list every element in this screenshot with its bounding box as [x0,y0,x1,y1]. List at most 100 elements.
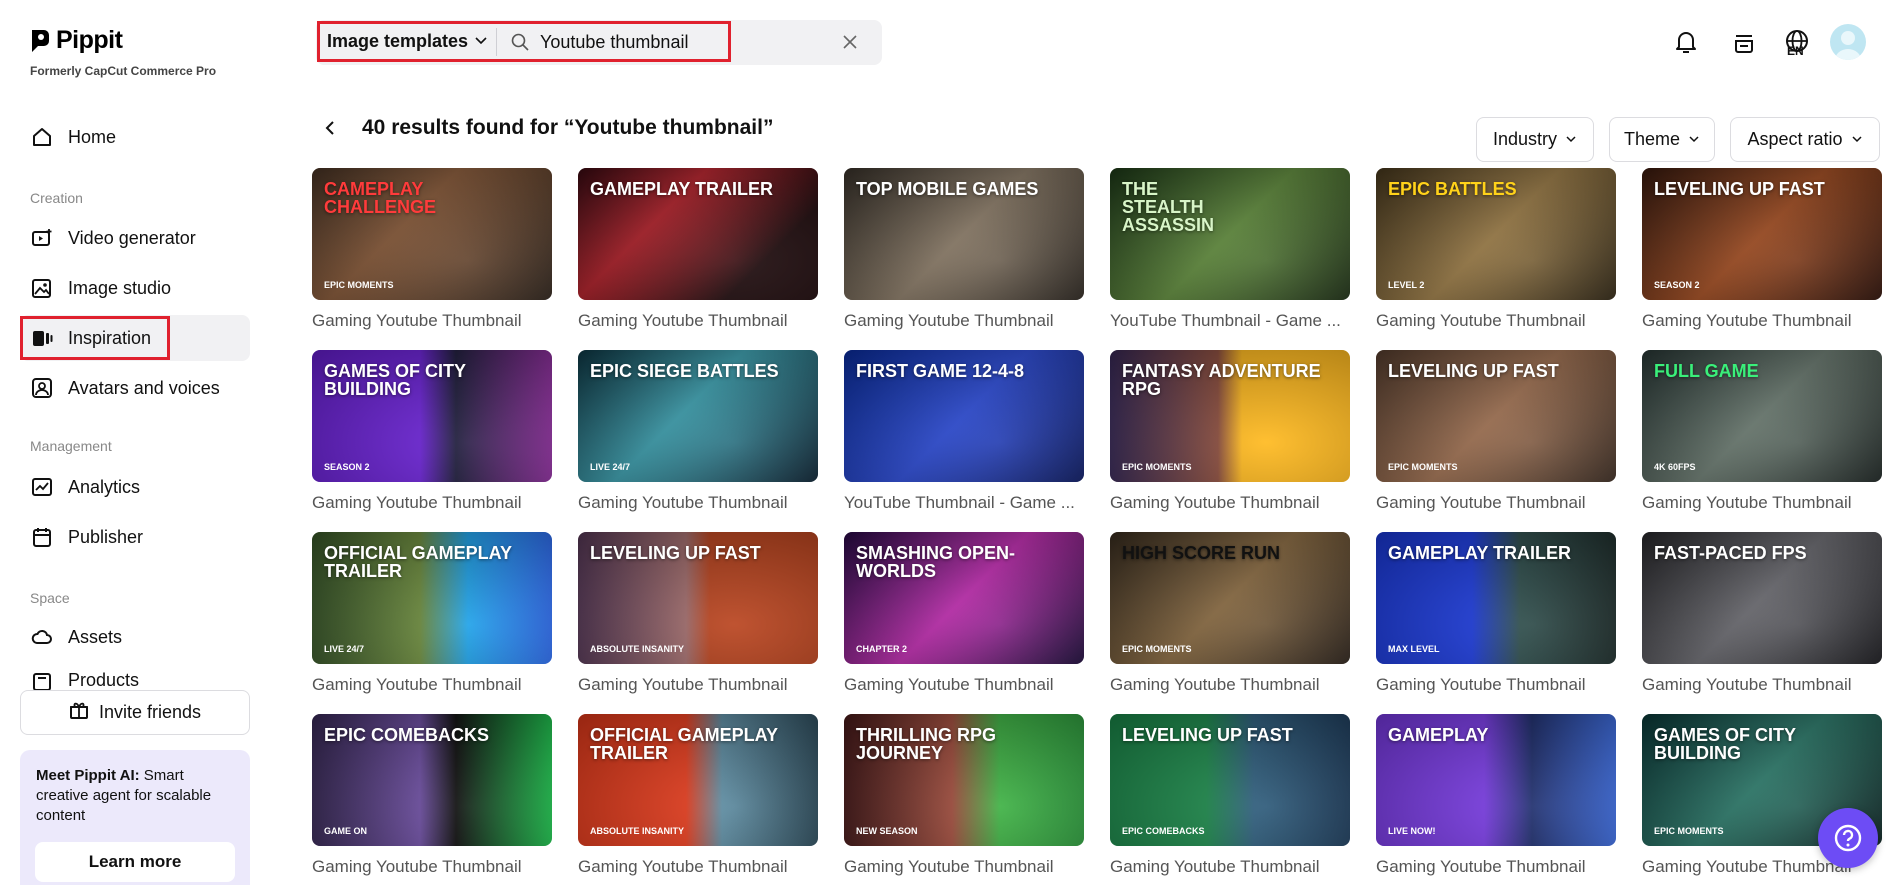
template-thumbnail[interactable]: FIRST GAME 12-4-8 [844,350,1084,482]
chevron-down-icon [1565,129,1577,150]
thumbnail-title: EPIC SIEGE BATTLES [590,361,779,381]
template-card[interactable]: LIVE 24/7 EPIC SIEGE BATTLES Gaming Youtub… [578,350,818,513]
template-thumbnail[interactable]: LEVEL 2 EPIC BATTLES [1376,168,1616,300]
template-card[interactable]: FIRST GAME 12-4-8 YouTube Thumbnail - Gam… [844,350,1084,513]
template-thumbnail[interactable]: LIVE 24/7 OFFICIAL GAMEPLAY TRAILER [312,532,552,664]
template-caption[interactable]: Gaming Youtube Thumbnail [312,857,552,877]
template-thumbnail[interactable]: GAMEPLAY TRAILER [578,168,818,300]
template-card[interactable]: SEASON 2 GAMES OF CITY BUILDING Gaming You… [312,350,552,513]
template-caption[interactable]: Gaming Youtube Thumbnail [844,311,1084,331]
template-caption[interactable]: Gaming Youtube Thumbnail [1110,857,1350,877]
template-thumbnail[interactable]: GAME ON EPIC COMEBACKS [312,714,552,846]
template-card[interactable]: 4K 60FPS FULL GAME Gaming Youtube Thumbnai… [1642,350,1882,513]
template-thumbnail[interactable]: MAX LEVEL GAMEPLAY TRAILER [1376,532,1616,664]
template-card[interactable]: EPIC MOMENTS LEVELING UP FAST Gaming Youtu… [1376,350,1616,513]
template-caption[interactable]: Gaming Youtube Thumbnail [844,675,1084,695]
sidebar-item-publisher[interactable]: Publisher [20,514,250,560]
filter-aspect-ratio[interactable]: Aspect ratio [1730,117,1880,162]
template-card[interactable]: LEVEL 2 EPIC BATTLES Gaming Youtube Thumbn… [1376,168,1616,331]
template-caption[interactable]: Gaming Youtube Thumbnail [578,675,818,695]
sidebar-item-home[interactable]: Home [20,114,250,160]
template-card[interactable]: FAST-PACED FPS Gaming Youtube Thumbnail [1642,532,1882,695]
template-card[interactable]: EPIC MOMENTS HIGH SCORE RUN Gaming Youtube… [1110,532,1350,695]
template-caption[interactable]: Gaming Youtube Thumbnail [578,493,818,513]
template-thumbnail[interactable]: THE STEALTH ASSASSIN [1110,168,1350,300]
template-caption[interactable]: Gaming Youtube Thumbnail [1642,493,1882,513]
template-caption[interactable]: Gaming Youtube Thumbnail [1376,493,1616,513]
thumbnail-title: CAMEPLAY CHALLENGE [324,179,436,217]
template-card[interactable]: NEW SEASON THRILLING RPG JOURNEY Gaming Yo… [844,714,1084,877]
template-caption[interactable]: Gaming Youtube Thumbnail [1110,493,1350,513]
user-avatar[interactable] [1830,24,1866,60]
search-input[interactable] [540,28,720,56]
sidebar-item-products[interactable]: Products [20,664,250,690]
template-thumbnail[interactable]: LIVE NOW! GAMEPLAY [1376,714,1616,846]
template-card[interactable]: LIVE 24/7 OFFICIAL GAMEPLAY TRAILER Gaming… [312,532,552,695]
thumbnail-tag: MAX LEVEL [1388,644,1440,654]
back-arrow-icon[interactable] [320,118,340,138]
template-card[interactable]: ABSOLUTE INSANITY LEVELING UP FAST Gaming … [578,532,818,695]
template-caption[interactable]: YouTube Thumbnail - Game ... [844,493,1084,513]
sidebar-item-analytics[interactable]: Analytics [20,464,250,510]
template-caption[interactable]: Gaming Youtube Thumbnail [312,311,552,331]
template-card[interactable]: MAX LEVEL GAMEPLAY TRAILER Gaming Youtube … [1376,532,1616,695]
template-caption[interactable]: Gaming Youtube Thumbnail [312,493,552,513]
template-card[interactable]: EPIC COMEBACKS LEVELING UP FAST Gaming You… [1110,714,1350,877]
section-space: Space [30,590,70,606]
thumbnail-title: GAMES OF CITY BUILDING [1654,725,1796,763]
template-thumbnail[interactable]: SEASON 2 GAMES OF CITY BUILDING [312,350,552,482]
template-caption[interactable]: Gaming Youtube Thumbnail [1642,311,1882,331]
template-thumbnail[interactable]: LIVE 24/7 EPIC SIEGE BATTLES [578,350,818,482]
search-category-label: Image templates [327,31,469,51]
template-caption[interactable]: Gaming Youtube Thumbnail [578,311,818,331]
template-card[interactable]: GAMEPLAY TRAILER Gaming Youtube Thumbnail [578,168,818,331]
template-caption[interactable]: Gaming Youtube Thumbnail [844,857,1084,877]
template-card[interactable]: ABSOLUTE INSANITY OFFICIAL GAMEPLAY TRAIL… [578,714,818,877]
template-thumbnail[interactable]: EPIC COMEBACKS LEVELING UP FAST [1110,714,1350,846]
template-card[interactable]: EPIC MOMENTS FANTASY ADVENTURE RPG Gaming … [1110,350,1350,513]
template-card[interactable]: CHAPTER 2 SMASHING OPEN-WORLDS Gaming Yout… [844,532,1084,695]
template-thumbnail[interactable]: EPIC MOMENTS LEVELING UP FAST [1376,350,1616,482]
sidebar-item-video-generator[interactable]: Video generator [20,215,250,261]
template-thumbnail[interactable]: EPIC MOMENTS HIGH SCORE RUN [1110,532,1350,664]
template-caption[interactable]: Gaming Youtube Thumbnail [1376,857,1616,877]
notification-bell-icon[interactable] [1670,26,1702,58]
template-card[interactable]: SEASON 2 LEVELING UP FAST Gaming Youtube T… [1642,168,1882,331]
filter-industry[interactable]: Industry [1476,117,1594,162]
template-thumbnail[interactable]: ABSOLUTE INSANITY LEVELING UP FAST [578,532,818,664]
template-card[interactable]: GAME ON EPIC COMEBACKS Gaming Youtube Thum… [312,714,552,877]
template-card[interactable]: THE STEALTH ASSASSIN YouTube Thumbnail - … [1110,168,1350,331]
template-thumbnail[interactable]: EPIC MOMENTS FANTASY ADVENTURE RPG [1110,350,1350,482]
template-caption[interactable]: YouTube Thumbnail - Game ... [1110,311,1350,331]
template-thumbnail[interactable]: FAST-PACED FPS [1642,532,1882,664]
template-thumbnail[interactable]: 4K 60FPS FULL GAME [1642,350,1882,482]
sidebar-item-avatars-voices[interactable]: Avatars and voices [20,365,250,411]
template-caption[interactable]: Gaming Youtube Thumbnail [312,675,552,695]
invite-friends-button[interactable]: Invite friends [20,690,250,735]
template-caption[interactable]: Gaming Youtube Thumbnail [1110,675,1350,695]
template-card[interactable]: EPIC MOMENTS CAMEPLAY CHALLENGE Gaming You… [312,168,552,331]
template-thumbnail[interactable]: CHAPTER 2 SMASHING OPEN-WORLDS [844,532,1084,664]
template-thumbnail[interactable]: NEW SEASON THRILLING RPG JOURNEY [844,714,1084,846]
template-thumbnail[interactable]: TOP MOBILE GAMES [844,168,1084,300]
template-caption[interactable]: Gaming Youtube Thumbnail [1642,675,1882,695]
template-caption[interactable]: Gaming Youtube Thumbnail [1376,311,1616,331]
promo-card: Meet Pippit AI: Smart creative agent for… [20,750,250,885]
sidebar-item-assets[interactable]: Assets [20,614,250,660]
section-creation: Creation [30,190,83,206]
learn-more-button[interactable]: Learn more [35,842,235,882]
layers-icon[interactable] [1728,26,1760,58]
sidebar-item-image-studio[interactable]: Image studio [20,265,250,311]
template-card[interactable]: TOP MOBILE GAMES Gaming Youtube Thumbnail [844,168,1084,331]
template-thumbnail[interactable]: ABSOLUTE INSANITY OFFICIAL GAMEPLAY TRAIL… [578,714,818,846]
search-category-dropdown[interactable]: Image templates [327,31,488,52]
brand-logo[interactable]: Pippit [30,26,123,55]
help-button[interactable] [1818,808,1878,868]
template-thumbnail[interactable]: EPIC MOMENTS CAMEPLAY CHALLENGE [312,168,552,300]
template-thumbnail[interactable]: SEASON 2 LEVELING UP FAST [1642,168,1882,300]
template-card[interactable]: LIVE NOW! GAMEPLAY Gaming Youtube Thumbnai… [1376,714,1616,877]
filter-theme[interactable]: Theme [1609,117,1715,162]
template-caption[interactable]: Gaming Youtube Thumbnail [1376,675,1616,695]
template-caption[interactable]: Gaming Youtube Thumbnail [578,857,818,877]
clear-search-icon[interactable] [840,32,860,52]
